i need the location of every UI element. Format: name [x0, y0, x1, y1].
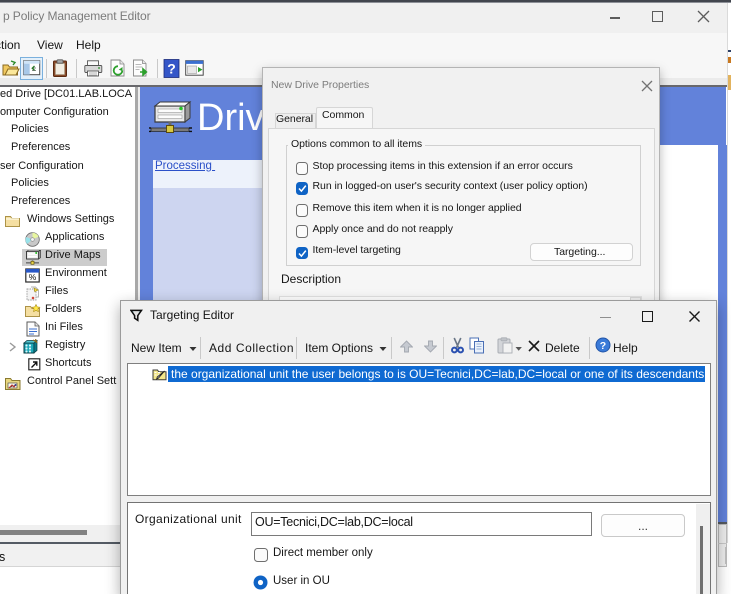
svg-text:?: ? — [600, 340, 606, 352]
svg-text:?: ? — [167, 61, 176, 77]
svg-text:%: % — [29, 272, 37, 282]
